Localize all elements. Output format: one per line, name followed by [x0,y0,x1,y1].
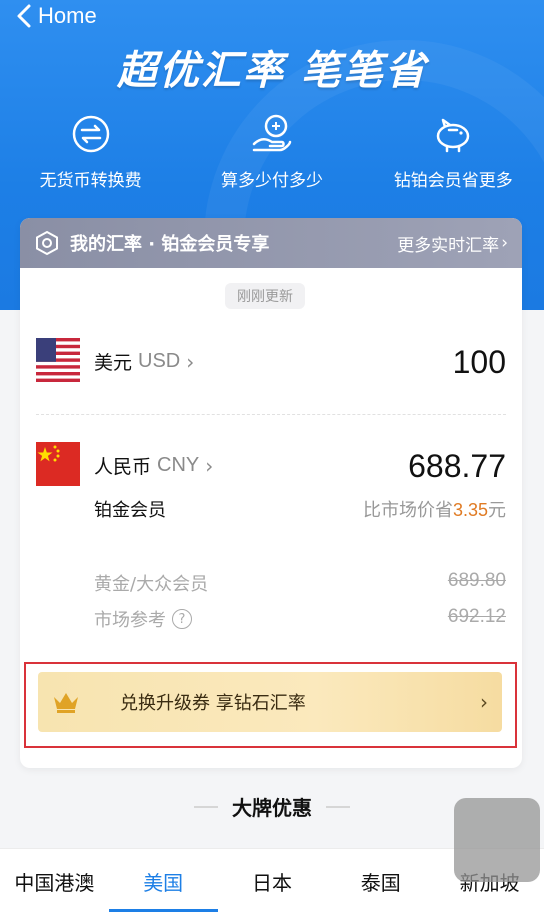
hand-coin-icon [252,114,292,152]
feature-label: 算多少付多少 [220,171,323,191]
ref-value-gold: 689.80 [447,570,506,591]
more-rates-link[interactable]: 更多实时汇率 › [397,231,508,256]
chevron-right-icon: › [205,453,214,478]
feature-list: 无货币转换费 算多少付多少 钻铂会员省更多 [0,112,544,191]
floating-button[interactable] [454,798,540,882]
chevron-right-icon: › [186,349,195,374]
rate-card-header: 我的汇率 · 铂金会员专享 更多实时汇率 › [20,218,522,268]
tab-japan[interactable]: 日本 [218,849,327,920]
updated-badge: 刚刚更新 [225,283,305,309]
ref-label-text: 黄金/大众会员 [94,574,209,595]
hexagon-badge-icon [36,230,58,256]
back-label: Home [38,3,97,28]
from-currency-row[interactable]: 美元 USD › 100 [36,338,506,386]
upgrade-voucher-button[interactable]: 兑换升级券 享钻石汇率 › [38,672,502,732]
title-divider [194,805,218,808]
tab-hk-macau[interactable]: 中国港澳 [0,849,109,920]
chevron-right-icon: › [480,690,488,714]
ref-label-gold: 黄金/大众会员 [94,570,208,596]
title-divider [326,805,350,808]
ref-label-text: 市场参考 [94,610,166,631]
headline: 超优汇率 笔笔省 [117,48,427,94]
savings-text: 比市场价省3.35元 [363,496,506,522]
help-icon[interactable]: ? [172,609,192,629]
feature-vip-save: 钻铂会员省更多 [368,112,538,191]
feature-no-fee: 无货币转换费 [6,112,176,191]
upgrade-text: 兑换升级券 享钻石汇率 [120,693,306,714]
us-flag-icon [36,338,80,382]
section-title-text: 大牌优惠 [232,796,312,820]
more-rates-label: 更多实时汇率 [397,235,500,256]
to-currency-select[interactable]: 人民币 CNY › [94,452,213,479]
to-currency-row[interactable]: 人民币 CNY › 688.77 [36,442,506,490]
chevron-right-icon: › [501,233,508,253]
ref-label-market: 市场参考 ? [94,606,192,632]
feature-pay-exact: 算多少付多少 [187,112,357,191]
member-tier: 铂金会员 [94,500,166,521]
piggy-bank-icon [437,118,470,153]
from-currency-name: 美元 [94,352,133,374]
savings-prefix: 比市场价省 [362,500,453,521]
divider [36,414,506,415]
crown-icon [54,693,78,713]
ref-value-market: 692.12 [447,606,506,627]
from-amount[interactable]: 100 [453,344,506,381]
from-currency-code: USD [138,350,181,372]
cn-flag-icon [36,442,80,486]
chevron-left-icon [17,4,31,28]
savings-suffix: 元 [488,500,506,521]
rate-card-title: 我的汇率 · 铂金会员专享 [70,234,270,255]
from-currency-select[interactable]: 美元 USD › [94,348,194,375]
rate-card: 我的汇率 · 铂金会员专享 更多实时汇率 › 刚刚更新 美元 USD › 100 [20,218,522,768]
savings-amount: 3.35 [452,500,488,520]
to-amount: 688.77 [408,448,506,484]
tab-usa[interactable]: 美国 [108,849,218,920]
to-currency-code: CNY [157,454,200,476]
back-button[interactable]: Home [14,2,97,30]
exchange-icon [72,115,109,153]
tab-thailand[interactable]: 泰国 [326,849,435,920]
to-currency-name: 人民币 [94,456,152,478]
feature-label: 钻铂会员省更多 [393,171,513,191]
feature-label: 无货币转换费 [39,171,142,191]
